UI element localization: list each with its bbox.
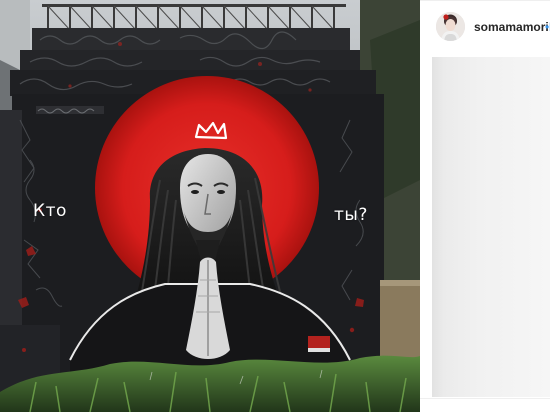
username-link[interactable]: somamamori: [474, 20, 549, 34]
post-header: somamamori • П: [420, 0, 550, 54]
mural-text-right: ты?: [334, 205, 368, 225]
avatar-image: [436, 12, 465, 41]
user-avatar[interactable]: [436, 12, 465, 41]
comments-area: [432, 57, 550, 397]
instagram-post: Кто ты? somamamori • П: [0, 0, 550, 412]
post-sidebar: somamamori • П: [420, 0, 550, 412]
sidebar-bottom-divider: [420, 398, 550, 399]
mural-text-left: Кто: [33, 201, 67, 221]
post-photo[interactable]: Кто ты?: [0, 0, 420, 412]
